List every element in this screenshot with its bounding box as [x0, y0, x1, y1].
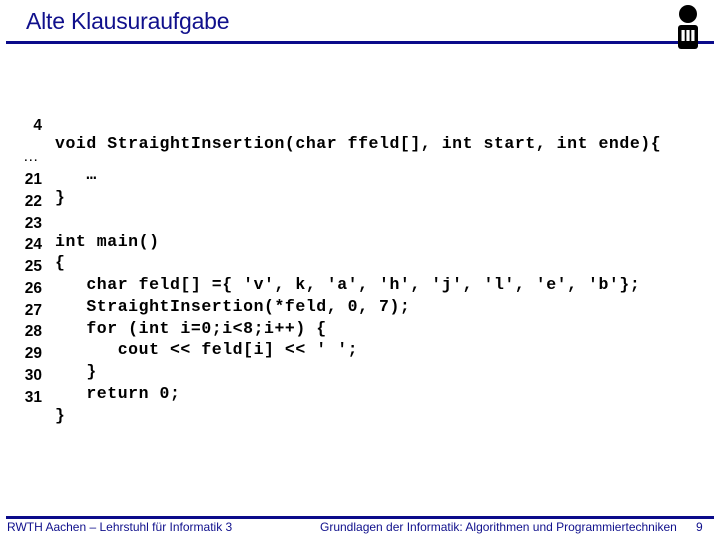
code-text: }	[55, 188, 66, 207]
code-line: 4 void StraightInsertion(char ffeld[], i…	[0, 97, 660, 153]
code-text: void StraightInsertion(char ffeld[], int…	[55, 134, 662, 153]
code-line: 26 StraightInsertion(*feld, 0, 7);	[0, 260, 410, 316]
code-text: for (int i=0;i<8;i++) {	[55, 319, 327, 338]
rwth-informatik-logo-icon	[678, 5, 698, 49]
footer-course-title: Grundlagen der Informatik: Algorithmen u…	[320, 520, 677, 534]
code-line: 21 }	[0, 151, 65, 207]
code-line: … …	[0, 128, 96, 184]
code-text: return 0;	[55, 384, 181, 403]
code-text: char feld[] ={ 'v', k, 'a', 'h', 'j', 'l…	[55, 275, 641, 294]
code-line: 31 }	[0, 369, 65, 425]
code-text: }	[55, 362, 97, 381]
code-line: 22	[0, 173, 42, 210]
code-line: 28 cout << feld[i] << ' ';	[0, 303, 358, 359]
code-text: StraightInsertion(*feld, 0, 7);	[55, 297, 411, 316]
code-text: {	[55, 253, 66, 272]
code-line: 24 {	[0, 216, 65, 272]
code-text: int main()	[55, 232, 160, 251]
code-line: 29 }	[0, 325, 97, 381]
code-text: …	[55, 165, 97, 184]
line-number-ellipsis: …	[23, 148, 39, 165]
code-line: 30 return 0;	[0, 347, 180, 403]
code-text: }	[55, 406, 66, 425]
line-number: 31	[24, 389, 42, 406]
code-text: cout << feld[i] << ' ';	[55, 340, 359, 359]
slide-title: Alte Klausuraufgabe	[26, 8, 230, 34]
page-number: 9	[696, 520, 703, 534]
code-line: 25 char feld[] ={ 'v', k, 'a', 'h', 'j',…	[0, 238, 640, 294]
footer-institution: RWTH Aachen – Lehrstuhl für Informatik 3	[7, 520, 233, 534]
header-rule	[6, 41, 714, 44]
footer-rule	[6, 516, 714, 519]
code-line: 27 for (int i=0;i<8;i++) {	[0, 282, 326, 338]
code-line: 23 int main()	[0, 195, 159, 251]
